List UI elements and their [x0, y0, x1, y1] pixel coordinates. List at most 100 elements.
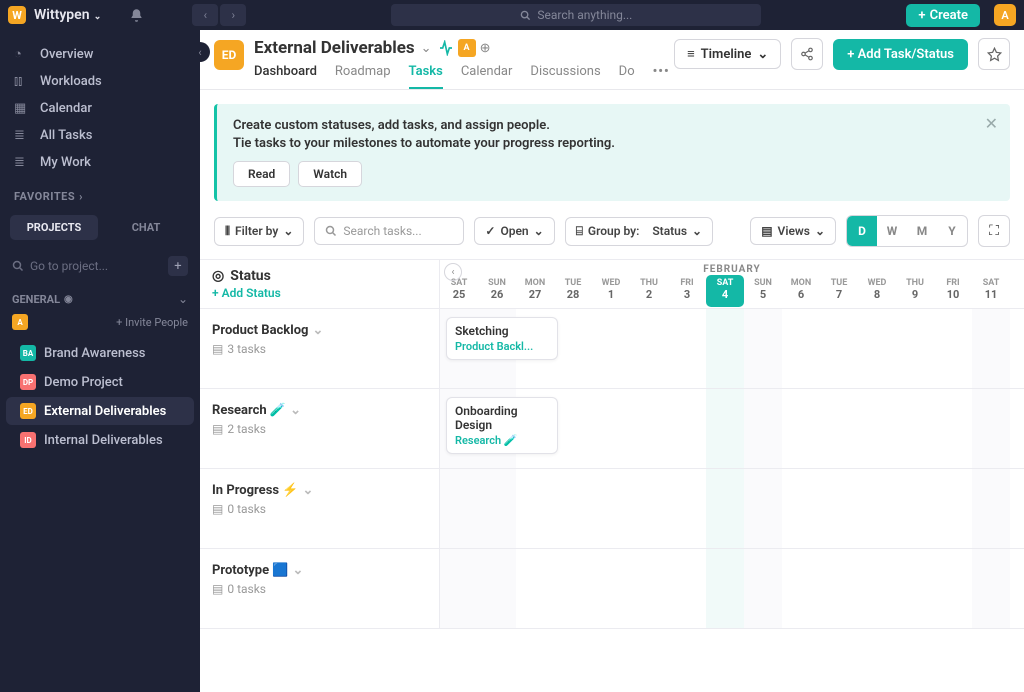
chevron-down-icon[interactable]: ⌄	[421, 41, 432, 56]
nav-my-work[interactable]: ≣My Work	[0, 149, 200, 176]
search-icon	[12, 260, 24, 272]
nav-overview[interactable]: ◔Overview	[0, 40, 200, 68]
nav-forward-button[interactable]: ›	[220, 4, 246, 26]
subtab-tasks[interactable]: Tasks	[409, 64, 443, 89]
favorites-section[interactable]: FAVORITES›	[0, 176, 200, 209]
day-cell[interactable]: SAT11	[972, 275, 1010, 307]
user-avatar[interactable]: A	[994, 4, 1016, 26]
timeline-prev-button[interactable]: ‹	[444, 263, 462, 281]
zoom-week[interactable]: W	[877, 216, 907, 246]
subtab-dashboard[interactable]: Dashboard	[254, 64, 317, 89]
zoom-day[interactable]: D	[847, 216, 877, 246]
status-name[interactable]: Prototype 🟦 ⌄	[212, 563, 427, 578]
read-button[interactable]: Read	[233, 161, 290, 187]
day-cell[interactable]: SUN26	[478, 275, 516, 307]
open-filter[interactable]: ✓ Open ⌄	[474, 217, 554, 245]
day-cell[interactable]: THU9	[896, 275, 934, 307]
group-icon: ⌸	[576, 224, 583, 239]
chevron-down-icon: ⌄	[692, 224, 702, 238]
subtab-discussions[interactable]: Discussions	[530, 64, 600, 89]
add-project-button[interactable]: +	[168, 256, 188, 276]
share-button[interactable]	[791, 38, 823, 70]
day-cell[interactable]: MON27	[516, 275, 554, 307]
close-icon[interactable]: ✕	[985, 114, 998, 133]
zoom-year[interactable]: Y	[937, 216, 967, 246]
day-cell[interactable]: FRI10	[934, 275, 972, 307]
chevron-down-icon: ⌄	[283, 224, 293, 238]
task-count: ▤ 3 tasks	[212, 342, 427, 356]
add-member-icon[interactable]: ⊕	[480, 41, 491, 56]
task-icon: ▤	[212, 582, 223, 596]
chevron-down-icon: ⌄	[302, 483, 313, 498]
day-cell[interactable]: TUE7	[820, 275, 858, 307]
project-title[interactable]: External Deliverables	[254, 38, 415, 58]
check-circle-icon: ✓	[485, 224, 495, 238]
task-card[interactable]: Onboarding DesignResearch 🧪	[446, 397, 558, 454]
sidebar-project-external[interactable]: ED External Deliverables	[6, 397, 194, 425]
nav-calendar[interactable]: ▦Calendar	[0, 95, 200, 122]
general-section[interactable]: GENERAL ◉	[12, 293, 73, 306]
day-cell[interactable]: WED8	[858, 275, 896, 307]
sidebar-project-demo[interactable]: DP Demo Project	[6, 368, 194, 396]
task-icon: ▤	[212, 342, 223, 356]
card-title: Onboarding Design	[455, 404, 549, 432]
day-cell[interactable]: SAT4	[706, 275, 744, 307]
chevron-down-icon: ⌄	[312, 323, 323, 338]
chevron-down-icon[interactable]: ⌄	[178, 292, 188, 306]
calendar-icon: ▦	[14, 101, 30, 116]
tab-projects[interactable]: PROJECTS	[10, 215, 98, 240]
activity-icon[interactable]	[438, 40, 454, 56]
chevron-down-icon: ⌄	[293, 563, 304, 578]
fullscreen-button[interactable]: ⛶	[978, 215, 1010, 247]
status-row: In Progress ⚡ ⌄ ▤ 0 tasks	[200, 469, 1024, 549]
more-tabs-button[interactable]: •••	[653, 64, 670, 89]
zoom-month[interactable]: M	[907, 216, 937, 246]
project-badge: DP	[20, 374, 36, 390]
watch-button[interactable]: Watch	[298, 161, 362, 187]
day-cell[interactable]: WED1	[592, 275, 630, 307]
day-cell[interactable]: FRI3	[668, 275, 706, 307]
project-search[interactable]: Go to project...	[30, 259, 168, 273]
status-name[interactable]: Research 🧪 ⌄	[212, 403, 427, 418]
add-status-button[interactable]: + Add Status	[212, 286, 427, 300]
task-icon: ▤	[212, 502, 223, 516]
day-cell[interactable]: TUE28	[554, 275, 592, 307]
project-badge: BA	[20, 345, 36, 361]
view-switcher[interactable]: ≡ Timeline ⌄	[674, 39, 781, 69]
sidebar-project-brand-awareness[interactable]: BA Brand Awareness	[6, 339, 194, 367]
sidebar-project-internal[interactable]: ID Internal Deliverables	[6, 426, 194, 454]
day-cell[interactable]: THU2	[630, 275, 668, 307]
search-icon	[325, 225, 337, 237]
member-badge: A	[12, 314, 28, 330]
invite-people-button[interactable]: + Invite People	[116, 316, 188, 329]
add-task-button[interactable]: + Add Task/Status	[833, 39, 968, 70]
task-search[interactable]: Search tasks...	[314, 217, 464, 245]
task-count: ▤ 0 tasks	[212, 502, 427, 516]
day-cell[interactable]: SAT25	[440, 275, 478, 307]
views-button[interactable]: ▤ Views ⌄	[750, 217, 836, 245]
nav-workloads[interactable]: ⫾⫾Workloads	[0, 68, 200, 95]
status-row: Research 🧪 ⌄ ▤ 2 tasks Onboarding DesignRe…	[200, 389, 1024, 469]
day-cell[interactable]: SUN5	[744, 275, 782, 307]
status-name[interactable]: In Progress ⚡ ⌄	[212, 483, 427, 498]
member-avatar[interactable]: A	[458, 39, 476, 57]
create-button[interactable]: + Create	[906, 4, 980, 27]
tab-chat[interactable]: CHAT	[102, 215, 190, 240]
group-by-button[interactable]: ⌸ Group by: Status ⌄	[565, 217, 713, 246]
nav-all-tasks[interactable]: ≣All Tasks	[0, 122, 200, 149]
subtab-calendar[interactable]: Calendar	[461, 64, 513, 89]
task-card[interactable]: SketchingProduct Backl...	[446, 317, 558, 360]
subtab-docs[interactable]: Do	[619, 64, 635, 89]
global-search[interactable]: Search anything...	[391, 4, 761, 26]
nav-back-button[interactable]: ‹	[192, 4, 218, 26]
subtab-roadmap[interactable]: Roadmap	[335, 64, 391, 89]
bell-icon[interactable]	[129, 8, 144, 23]
star-button[interactable]	[978, 38, 1010, 70]
day-cell[interactable]: MON6	[782, 275, 820, 307]
status-name[interactable]: Product Backlog ⌄	[212, 323, 427, 338]
workspace-switcher[interactable]: Wittypen ⌄	[34, 7, 101, 23]
target-icon: ◎	[212, 268, 224, 284]
task-count: ▤ 2 tasks	[212, 422, 427, 436]
filter-button[interactable]: ⫴ Filter by ⌄	[214, 217, 304, 246]
chevron-down-icon: ⌄	[290, 403, 301, 418]
